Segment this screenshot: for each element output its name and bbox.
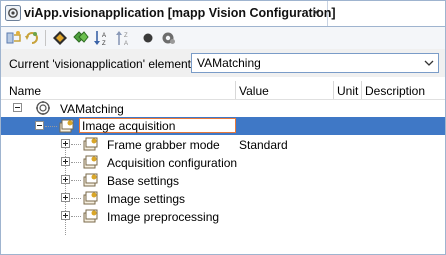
tree-connector <box>71 144 81 145</box>
close-icon[interactable]: × <box>308 4 324 20</box>
diamond-icon[interactable] <box>51 29 69 47</box>
column-separator[interactable] <box>333 81 334 99</box>
expand-icon[interactable] <box>61 157 70 166</box>
chevron-down-icon[interactable] <box>423 57 435 69</box>
tree-connector <box>71 198 81 199</box>
tree-row-label: VAMatching <box>60 102 124 116</box>
settings-group-icon <box>83 191 98 205</box>
element-select-value: VAMatching <box>197 56 261 70</box>
tree-row-image-preprocessing[interactable]: Image preprocessing <box>1 207 445 225</box>
sort-descending-icon[interactable]: Z A <box>115 29 133 47</box>
tree-row-acquisition-configuration[interactable]: Acquisition configuration <box>1 153 445 171</box>
settings-group-icon <box>83 173 98 187</box>
toolbar: A Z Z A <box>1 27 445 49</box>
expand-icon[interactable] <box>61 175 70 184</box>
element-select[interactable]: VAMatching <box>191 53 439 73</box>
element-selector-row: Current 'visionapplication' element: VAM… <box>1 49 445 77</box>
column-header-description[interactable]: Description <box>365 84 425 98</box>
settings-group-icon <box>83 155 98 169</box>
settings-group-icon <box>83 209 98 223</box>
configure-icon[interactable] <box>5 29 23 47</box>
tree-connector <box>71 162 81 163</box>
tab-vision-configuration[interactable]: viApp.visionapplication [mapp Vision Con… <box>1 1 336 26</box>
collapse-icon[interactable] <box>13 103 22 112</box>
tree-connector <box>45 126 57 127</box>
green-gem-icon[interactable] <box>71 29 89 47</box>
expand-icon[interactable] <box>61 211 70 220</box>
expand-icon[interactable] <box>61 193 70 202</box>
name-edit-box[interactable]: Image acquisition <box>79 118 236 133</box>
grid-header: Name Value Unit Description <box>1 81 445 100</box>
gear-circle-icon[interactable] <box>159 29 177 47</box>
tree-row-label: Image preprocessing <box>107 210 220 224</box>
tree-row-label: Image settings <box>107 192 186 206</box>
tree-row-label: Image acquisition <box>82 119 176 133</box>
column-header-value[interactable]: Value <box>239 84 269 98</box>
svg-text:A: A <box>124 41 128 47</box>
tree-row-label: Base settings <box>107 174 180 188</box>
column-separator[interactable] <box>361 81 362 99</box>
tree-row-label: Frame grabber mode <box>107 138 220 152</box>
svg-text:Z: Z <box>102 41 106 47</box>
tree-connector <box>71 216 81 217</box>
settings-group-icon <box>59 119 74 133</box>
sort-ascending-icon[interactable]: A Z <box>93 29 111 47</box>
column-separator[interactable] <box>235 81 236 99</box>
expand-icon[interactable] <box>61 139 70 148</box>
refresh-icon[interactable] <box>23 29 41 47</box>
svg-text:Z: Z <box>124 33 128 39</box>
vision-app-icon <box>36 101 50 115</box>
tree-row-frame-grabber-mode[interactable]: Frame grabber mode Standard <box>1 135 445 153</box>
tree-row-image-acquisition[interactable]: Image acquisition <box>1 117 445 135</box>
property-grid: Name Value Unit Description VAMatching I… <box>1 81 445 254</box>
record-icon[interactable] <box>139 29 157 47</box>
column-header-name[interactable]: Name <box>9 84 41 98</box>
tree-connector <box>71 180 81 181</box>
toolbar-separator <box>45 30 46 46</box>
svg-text:A: A <box>102 33 106 39</box>
tree-row-base-settings[interactable]: Base settings <box>1 171 445 189</box>
tab-title: viApp.visionapplication [mapp Vision Con… <box>24 6 336 20</box>
tree-row-label: Acquisition configuration <box>107 156 238 170</box>
tree-row-image-settings[interactable]: Image settings <box>1 189 445 207</box>
configuration-window: viApp.visionapplication [mapp Vision Con… <box>0 0 446 255</box>
tab-strip: viApp.visionapplication [mapp Vision Con… <box>1 1 445 27</box>
collapse-icon[interactable] <box>35 121 44 130</box>
column-header-unit[interactable]: Unit <box>337 84 358 98</box>
settings-group-icon <box>83 137 98 151</box>
element-selector-label: Current 'visionapplication' element: <box>9 57 195 71</box>
tree-row-value[interactable]: Standard <box>239 138 288 152</box>
tree-row-root[interactable]: VAMatching <box>1 99 445 117</box>
vision-app-icon <box>5 5 21 21</box>
